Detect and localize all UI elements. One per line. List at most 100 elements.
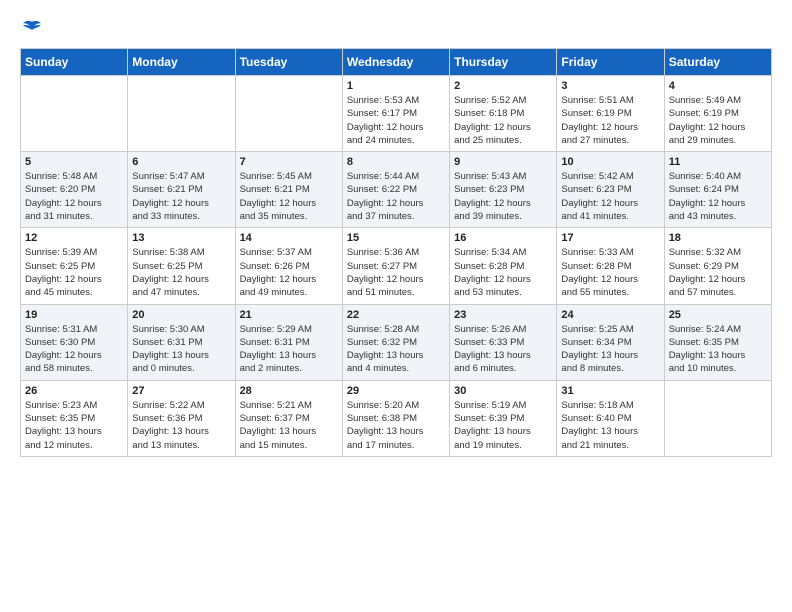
- day-number: 2: [454, 80, 552, 92]
- day-info: Sunrise: 5:38 AM Sunset: 6:25 PM Dayligh…: [132, 246, 230, 299]
- day-cell: 11 Sunrise: 5:40 AM Sunset: 6:24 PM Dayli…: [664, 152, 771, 228]
- day-number: 7: [240, 156, 338, 168]
- day-info: Sunrise: 5:43 AM Sunset: 6:23 PM Dayligh…: [454, 170, 552, 223]
- day-info: Sunrise: 5:25 AM Sunset: 6:34 PM Dayligh…: [561, 323, 659, 376]
- day-number: 1: [347, 80, 445, 92]
- day-cell: 9 Sunrise: 5:43 AM Sunset: 6:23 PM Daylig…: [450, 152, 557, 228]
- day-number: 12: [25, 232, 123, 244]
- day-header-sunday: Sunday: [21, 49, 128, 76]
- week-row-4: 19 Sunrise: 5:31 AM Sunset: 6:30 PM Dayli…: [21, 304, 772, 380]
- day-info: Sunrise: 5:19 AM Sunset: 6:39 PM Dayligh…: [454, 399, 552, 452]
- day-number: 16: [454, 232, 552, 244]
- day-cell: 1 Sunrise: 5:53 AM Sunset: 6:17 PM Daylig…: [342, 76, 449, 152]
- day-number: 5: [25, 156, 123, 168]
- day-info: Sunrise: 5:29 AM Sunset: 6:31 PM Dayligh…: [240, 323, 338, 376]
- day-cell: 25 Sunrise: 5:24 AM Sunset: 6:35 PM Dayli…: [664, 304, 771, 380]
- day-number: 10: [561, 156, 659, 168]
- day-info: Sunrise: 5:36 AM Sunset: 6:27 PM Dayligh…: [347, 246, 445, 299]
- day-cell: 21Sunrise: 5:29 AM Sunset: 6:31 PM Dayli…: [235, 304, 342, 380]
- day-number: 22: [347, 309, 445, 321]
- day-info: Sunrise: 5:23 AM Sunset: 6:35 PM Dayligh…: [25, 399, 123, 452]
- day-cell: [128, 76, 235, 152]
- day-number: 8: [347, 156, 445, 168]
- day-number: 11: [669, 156, 767, 168]
- day-info: Sunrise: 5:34 AM Sunset: 6:28 PM Dayligh…: [454, 246, 552, 299]
- day-cell: 29 Sunrise: 5:20 AM Sunset: 6:38 PM Dayli…: [342, 380, 449, 456]
- day-cell: [235, 76, 342, 152]
- day-number: 9: [454, 156, 552, 168]
- day-number: 14: [240, 232, 338, 244]
- day-header-monday: Monday: [128, 49, 235, 76]
- page-header: [20, 20, 772, 38]
- week-row-3: 12 Sunrise: 5:39 AM Sunset: 6:25 PM Dayli…: [21, 228, 772, 304]
- day-header-tuesday: Tuesday: [235, 49, 342, 76]
- day-number: 25: [669, 309, 767, 321]
- week-row-5: 26Sunrise: 5:23 AM Sunset: 6:35 PM Dayli…: [21, 380, 772, 456]
- day-info: Sunrise: 5:28 AM Sunset: 6:32 PM Dayligh…: [347, 323, 445, 376]
- day-number: 30: [454, 385, 552, 397]
- day-cell: 5 Sunrise: 5:48 AM Sunset: 6:20 PM Daylig…: [21, 152, 128, 228]
- day-cell: 27 Sunrise: 5:22 AM Sunset: 6:36 PM Dayli…: [128, 380, 235, 456]
- day-cell: 3Sunrise: 5:51 AM Sunset: 6:19 PM Daylig…: [557, 76, 664, 152]
- day-cell: [21, 76, 128, 152]
- day-cell: 24 Sunrise: 5:25 AM Sunset: 6:34 PM Dayli…: [557, 304, 664, 380]
- day-number: 24: [561, 309, 659, 321]
- day-info: Sunrise: 5:26 AM Sunset: 6:33 PM Dayligh…: [454, 323, 552, 376]
- day-cell: 28 Sunrise: 5:21 AM Sunset: 6:37 PM Dayli…: [235, 380, 342, 456]
- day-cell: 15 Sunrise: 5:36 AM Sunset: 6:27 PM Dayli…: [342, 228, 449, 304]
- week-row-1: 1 Sunrise: 5:53 AM Sunset: 6:17 PM Daylig…: [21, 76, 772, 152]
- day-info: Sunrise: 5:48 AM Sunset: 6:20 PM Dayligh…: [25, 170, 123, 223]
- day-cell: 19 Sunrise: 5:31 AM Sunset: 6:30 PM Dayli…: [21, 304, 128, 380]
- day-info: Sunrise: 5:31 AM Sunset: 6:30 PM Dayligh…: [25, 323, 123, 376]
- day-info: Sunrise: 5:20 AM Sunset: 6:38 PM Dayligh…: [347, 399, 445, 452]
- day-cell: 6 Sunrise: 5:47 AM Sunset: 6:21 PM Daylig…: [128, 152, 235, 228]
- day-info: Sunrise: 5:39 AM Sunset: 6:25 PM Dayligh…: [25, 246, 123, 299]
- day-cell: 2 Sunrise: 5:52 AM Sunset: 6:18 PM Daylig…: [450, 76, 557, 152]
- day-info: Sunrise: 5:21 AM Sunset: 6:37 PM Dayligh…: [240, 399, 338, 452]
- day-info: Sunrise: 5:22 AM Sunset: 6:36 PM Dayligh…: [132, 399, 230, 452]
- day-number: 31: [561, 385, 659, 397]
- day-number: 28: [240, 385, 338, 397]
- week-row-2: 5 Sunrise: 5:48 AM Sunset: 6:20 PM Daylig…: [21, 152, 772, 228]
- day-cell: 23Sunrise: 5:26 AM Sunset: 6:33 PM Dayli…: [450, 304, 557, 380]
- day-cell: 22 Sunrise: 5:28 AM Sunset: 6:32 PM Dayli…: [342, 304, 449, 380]
- day-cell: 13 Sunrise: 5:38 AM Sunset: 6:25 PM Dayli…: [128, 228, 235, 304]
- logo-bird-icon: [22, 20, 42, 38]
- day-info: Sunrise: 5:49 AM Sunset: 6:19 PM Dayligh…: [669, 94, 767, 147]
- day-cell: 17 Sunrise: 5:33 AM Sunset: 6:28 PM Dayli…: [557, 228, 664, 304]
- day-info: Sunrise: 5:42 AM Sunset: 6:23 PM Dayligh…: [561, 170, 659, 223]
- day-info: Sunrise: 5:40 AM Sunset: 6:24 PM Dayligh…: [669, 170, 767, 223]
- day-number: 27: [132, 385, 230, 397]
- day-cell: 4 Sunrise: 5:49 AM Sunset: 6:19 PM Daylig…: [664, 76, 771, 152]
- day-number: 4: [669, 80, 767, 92]
- day-info: Sunrise: 5:53 AM Sunset: 6:17 PM Dayligh…: [347, 94, 445, 147]
- day-info: Sunrise: 5:24 AM Sunset: 6:35 PM Dayligh…: [669, 323, 767, 376]
- day-info: Sunrise: 5:45 AM Sunset: 6:21 PM Dayligh…: [240, 170, 338, 223]
- calendar-header-row: SundayMondayTuesdayWednesdayThursdayFrid…: [21, 49, 772, 76]
- calendar-table: SundayMondayTuesdayWednesdayThursdayFrid…: [20, 48, 772, 457]
- day-number: 13: [132, 232, 230, 244]
- day-info: Sunrise: 5:30 AM Sunset: 6:31 PM Dayligh…: [132, 323, 230, 376]
- day-cell: 8Sunrise: 5:44 AM Sunset: 6:22 PM Daylig…: [342, 152, 449, 228]
- day-number: 15: [347, 232, 445, 244]
- day-info: Sunrise: 5:52 AM Sunset: 6:18 PM Dayligh…: [454, 94, 552, 147]
- day-header-friday: Friday: [557, 49, 664, 76]
- day-number: 20: [132, 309, 230, 321]
- day-cell: 30 Sunrise: 5:19 AM Sunset: 6:39 PM Dayli…: [450, 380, 557, 456]
- day-number: 17: [561, 232, 659, 244]
- day-info: Sunrise: 5:47 AM Sunset: 6:21 PM Dayligh…: [132, 170, 230, 223]
- day-number: 29: [347, 385, 445, 397]
- day-header-wednesday: Wednesday: [342, 49, 449, 76]
- day-number: 19: [25, 309, 123, 321]
- day-header-saturday: Saturday: [664, 49, 771, 76]
- day-cell: 16 Sunrise: 5:34 AM Sunset: 6:28 PM Dayli…: [450, 228, 557, 304]
- day-number: 18: [669, 232, 767, 244]
- day-number: 6: [132, 156, 230, 168]
- day-cell: 7 Sunrise: 5:45 AM Sunset: 6:21 PM Daylig…: [235, 152, 342, 228]
- day-header-thursday: Thursday: [450, 49, 557, 76]
- day-info: Sunrise: 5:32 AM Sunset: 6:29 PM Dayligh…: [669, 246, 767, 299]
- day-info: Sunrise: 5:37 AM Sunset: 6:26 PM Dayligh…: [240, 246, 338, 299]
- day-info: Sunrise: 5:33 AM Sunset: 6:28 PM Dayligh…: [561, 246, 659, 299]
- day-cell: 10 Sunrise: 5:42 AM Sunset: 6:23 PM Dayli…: [557, 152, 664, 228]
- day-cell: 18 Sunrise: 5:32 AM Sunset: 6:29 PM Dayli…: [664, 228, 771, 304]
